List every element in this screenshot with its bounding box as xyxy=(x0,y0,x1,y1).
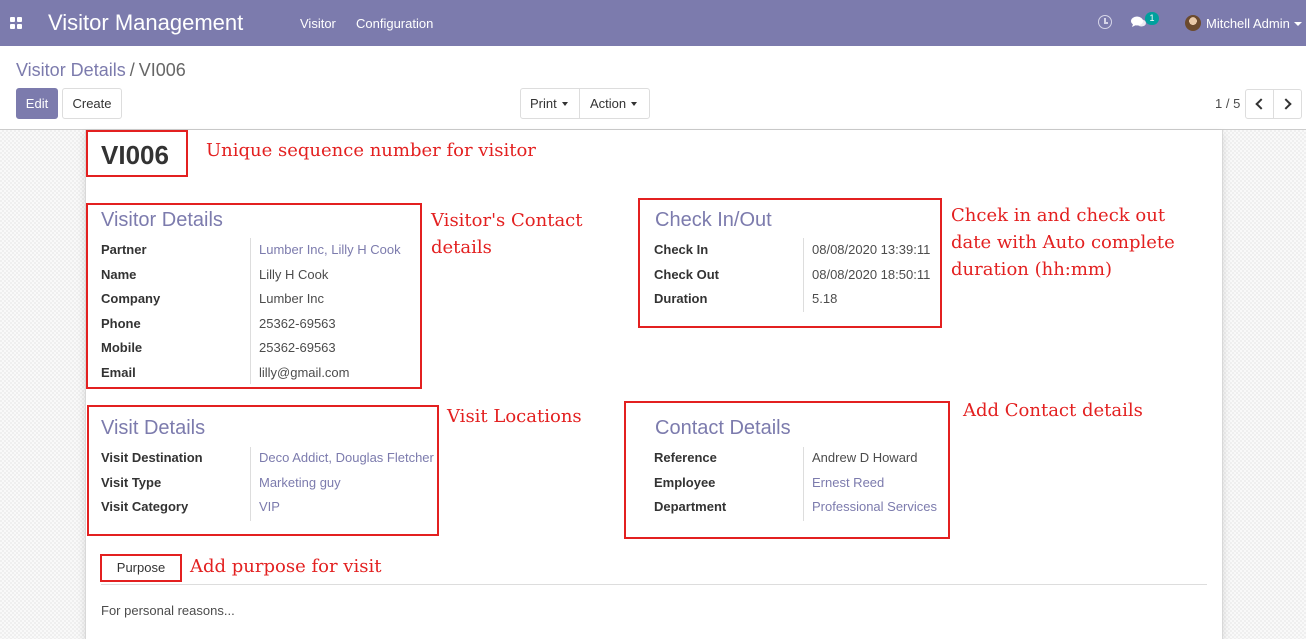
caret-down-icon xyxy=(631,102,638,106)
caret-down-icon xyxy=(561,102,568,106)
tab-divider xyxy=(101,584,1207,585)
caret-down-icon[interactable] xyxy=(1294,22,1302,26)
create-button[interactable]: Create xyxy=(62,88,122,119)
annotation-contact-line2: details xyxy=(431,237,492,258)
top-navbar: Visitor Management Visitor Configuration… xyxy=(0,0,1306,46)
pager-next-button[interactable] xyxy=(1273,89,1302,119)
user-menu[interactable]: Mitchell Admin xyxy=(1206,16,1290,31)
annotation-purpose: Add purpose for visit xyxy=(190,556,382,577)
action-label: Action xyxy=(590,96,627,111)
chevron-right-icon xyxy=(1280,98,1292,110)
annotation-contact-line1: Visitor's Contact xyxy=(431,210,583,231)
annotation-box-check-in-out xyxy=(638,198,942,328)
annotation-checkinout-line2: date with Auto complete xyxy=(951,232,1175,253)
clock-icon[interactable] xyxy=(1098,15,1112,29)
annotation-box-contact-details xyxy=(624,401,950,539)
annotation-box-purpose-tab xyxy=(100,554,182,582)
app-title[interactable]: Visitor Management xyxy=(48,10,243,36)
menu-configuration[interactable]: Configuration xyxy=(356,16,433,31)
chevron-left-icon xyxy=(1255,98,1267,110)
apps-grid-icon[interactable] xyxy=(10,17,22,29)
annotation-locations: Visit Locations xyxy=(447,406,582,427)
breadcrumb-parent[interactable]: Visitor Details xyxy=(16,60,126,80)
user-avatar[interactable] xyxy=(1185,15,1201,31)
print-label: Print xyxy=(530,96,557,111)
pager-previous-button[interactable] xyxy=(1245,89,1274,119)
messages-count-badge: 1 xyxy=(1145,12,1159,25)
annotation-box-sequence xyxy=(86,130,188,177)
pager-value[interactable]: 1 / 5 xyxy=(1215,96,1240,111)
annotation-box-visit-details xyxy=(87,405,439,536)
action-dropdown[interactable]: Action xyxy=(580,89,650,118)
edit-button[interactable]: Edit xyxy=(16,88,58,119)
breadcrumb: Visitor Details / VI006 xyxy=(16,60,186,81)
purpose-content[interactable]: For personal reasons... xyxy=(101,603,235,618)
breadcrumb-separator: / xyxy=(129,60,135,80)
print-action-group: Print Action xyxy=(520,88,650,119)
annotation-checkinout-line3: duration (hh:mm) xyxy=(951,259,1113,280)
annotation-box-visitor-details xyxy=(86,203,422,389)
chat-bubbles-icon[interactable] xyxy=(1131,16,1146,28)
annotation-checkinout-line1: Chcek in and check out xyxy=(951,205,1166,226)
print-dropdown[interactable]: Print xyxy=(521,89,580,118)
annotation-add-contact: Add Contact details xyxy=(963,400,1143,421)
annotation-sequence: Unique sequence number for visitor xyxy=(206,140,536,161)
breadcrumb-current: VI006 xyxy=(138,60,186,80)
menu-visitor[interactable]: Visitor xyxy=(300,16,336,31)
